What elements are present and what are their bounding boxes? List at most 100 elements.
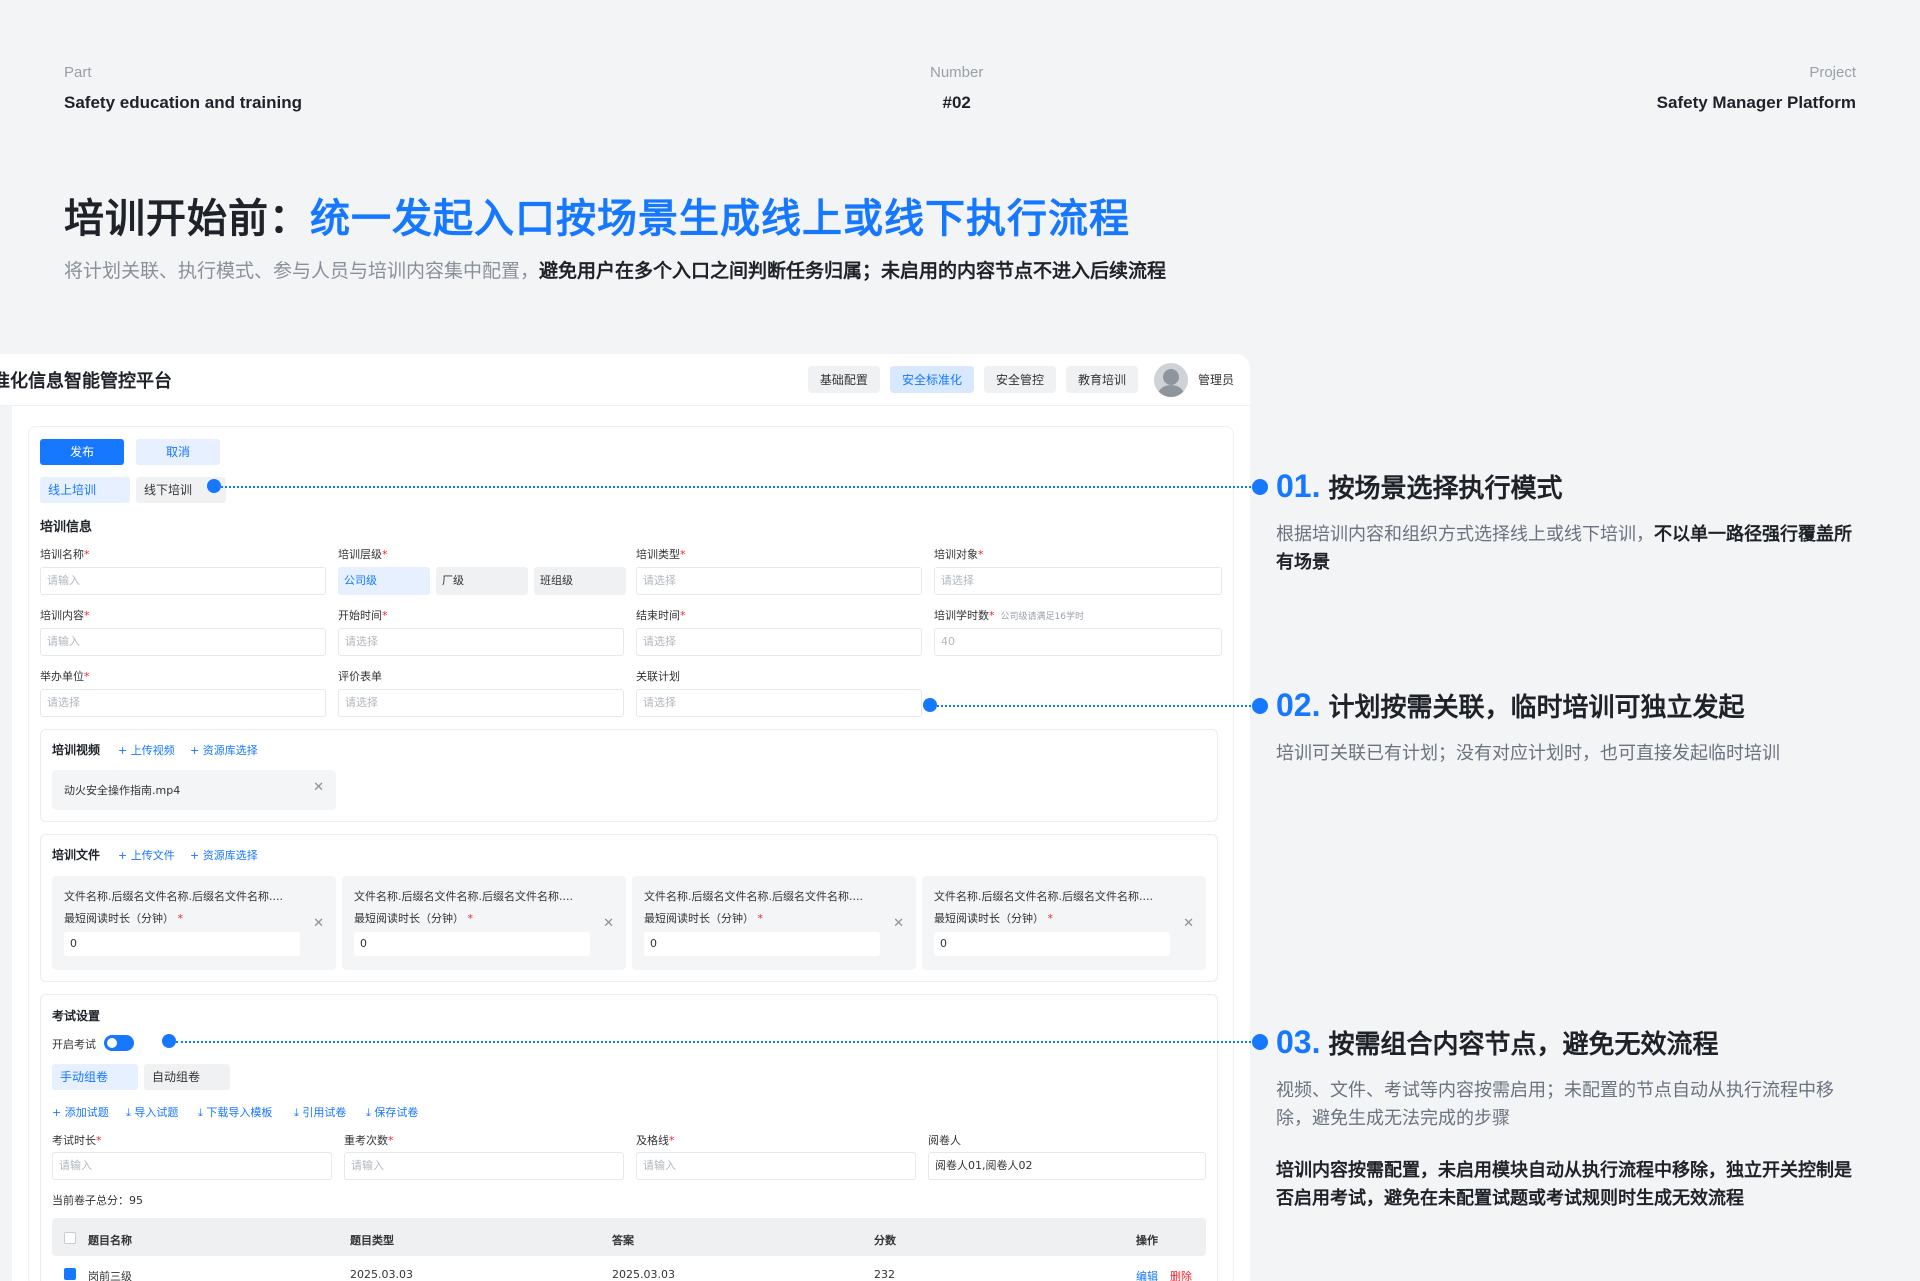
- callout-3-title: 03. 按需组合内容节点，避免无效流程: [1276, 1024, 1719, 1060]
- marker-dot-1: [207, 479, 221, 493]
- download-template-link[interactable]: ⤓ 下载导入模板: [198, 1104, 272, 1120]
- duration-input[interactable]: 请输入: [52, 1152, 332, 1180]
- doc-read-label: 最短阅读时长（分钟） *: [64, 912, 183, 925]
- duration-label: 考试时长*: [52, 1134, 102, 1147]
- exam-toggle[interactable]: [104, 1035, 134, 1051]
- remove-doc-icon[interactable]: ✕: [893, 916, 904, 931]
- file-library-link[interactable]: + 资源库选择: [190, 847, 258, 863]
- top-nav: 基础配置 安全标准化 安全管控 教育培训 管理员: [807, 362, 1234, 397]
- upload-file-link[interactable]: + 上传文件: [118, 847, 175, 863]
- page-title: 培训开始前：统一发起入口按场景生成线上或线下执行流程: [64, 186, 1130, 244]
- level-factory[interactable]: 厂级: [436, 567, 528, 595]
- meta-number-key: Number: [930, 64, 984, 81]
- doc-item: 文件名称.后缀名文件名称.后缀名文件名称.... 最短阅读时长（分钟） * 0 …: [922, 876, 1206, 970]
- callout-2-desc: 培训可关联已有计划；没有对应计划时，也可直接发起临时培训: [1276, 743, 1780, 764]
- nav-education-training[interactable]: 教育培训: [1065, 366, 1138, 393]
- meta-part: Part Safety education and training: [64, 64, 302, 113]
- content-input[interactable]: 请输入: [40, 628, 326, 656]
- grader-label: 阅卷人: [928, 1134, 961, 1147]
- row-checkbox[interactable]: [64, 1268, 76, 1280]
- add-question-link[interactable]: + 添加试题: [52, 1104, 109, 1120]
- plan-label: 关联计划: [636, 670, 680, 683]
- target-select[interactable]: 请选择: [934, 567, 1222, 595]
- callout-2-title: 02. 计划按需关联，临时培训可独立发起: [1276, 687, 1745, 723]
- row-edit-link[interactable]: 编辑: [1136, 1268, 1158, 1281]
- reference-paper-link[interactable]: ⤓ 引用试卷: [294, 1104, 346, 1120]
- remove-doc-icon[interactable]: ✕: [313, 916, 324, 931]
- user-name[interactable]: 管理员: [1198, 371, 1234, 388]
- meta-project: Project Safety Manager Platform: [1657, 64, 1856, 113]
- type-label: 培训类型*: [636, 548, 686, 561]
- plan-select[interactable]: 请选择: [636, 689, 922, 717]
- doc-read-input[interactable]: 0: [354, 932, 590, 956]
- eval-select[interactable]: 请选择: [338, 689, 624, 717]
- type-select[interactable]: 请选择: [636, 567, 922, 595]
- connector-line-2: [937, 705, 1259, 707]
- meta-project-key: Project: [1809, 64, 1856, 81]
- callout-2: 02. 计划按需关联，临时培训可独立发起 培训可关联已有计划；没有对应计划时，也可…: [1276, 687, 1856, 768]
- row-score: 232: [874, 1268, 895, 1281]
- col-name: 题目名称: [88, 1234, 132, 1247]
- start-time-select[interactable]: 请选择: [338, 628, 624, 656]
- callout-3-desc: 视频、文件、考试等内容按需启用；未配置的节点自动从执行流程中移除，避免生成无法完…: [1276, 1080, 1834, 1129]
- subtitle-normal: 将计划关联、执行模式、参与人员与培训内容集中配置，: [64, 260, 540, 282]
- exam-mode-switch: 手动组卷 自动组卷: [52, 1064, 230, 1090]
- meta-number-value: #02: [942, 93, 971, 112]
- mode-switch: 线上培训 线下培训: [40, 477, 226, 503]
- end-time-select[interactable]: 请选择: [636, 628, 922, 656]
- row-delete-link[interactable]: 删除: [1170, 1268, 1192, 1281]
- pass-input[interactable]: 请输入: [636, 1152, 916, 1180]
- hours-input[interactable]: 40: [934, 628, 1222, 656]
- grader-select[interactable]: 阅卷人01,阅卷人02: [928, 1152, 1206, 1180]
- doc-read-input[interactable]: 0: [64, 932, 300, 956]
- docs-title: 培训文件: [52, 848, 101, 862]
- import-question-link[interactable]: ⤓ 导入试题: [126, 1104, 178, 1120]
- retake-input[interactable]: 请输入: [344, 1152, 624, 1180]
- video-title: 培训视频: [52, 743, 101, 757]
- name-input[interactable]: 请输入: [40, 567, 326, 595]
- meta-part-value: Safety education and training: [64, 93, 303, 112]
- connector-line-1: [221, 486, 1259, 488]
- cancel-button[interactable]: 取消: [136, 439, 220, 465]
- doc-item: 文件名称.后缀名文件名称.后缀名文件名称.... 最短阅读时长（分钟） * 0 …: [632, 876, 916, 970]
- publish-button[interactable]: 发布: [40, 439, 124, 465]
- meta-project-value: Safety Manager Platform: [1656, 93, 1856, 112]
- title-prefix: 培训开始前：: [64, 196, 310, 242]
- title-highlight: 统一发起入口按场景生成线上或线下执行流程: [310, 196, 1130, 242]
- upload-video-link[interactable]: + 上传视频: [118, 742, 175, 758]
- nav-basic-config[interactable]: 基础配置: [807, 366, 880, 393]
- remove-doc-icon[interactable]: ✕: [603, 916, 614, 931]
- level-company[interactable]: 公司级: [338, 567, 430, 595]
- marker-dot-3-end: [1252, 1034, 1268, 1050]
- avatar[interactable]: [1153, 362, 1188, 397]
- remove-doc-icon[interactable]: ✕: [1183, 916, 1194, 931]
- meta-number: Number #02: [930, 64, 983, 113]
- save-paper-link[interactable]: ⤓ 保存试卷: [366, 1104, 418, 1120]
- name-label: 培训名称*: [40, 548, 90, 561]
- video-library-link[interactable]: + 资源库选择: [190, 742, 258, 758]
- nav-safety-control[interactable]: 安全管控: [983, 366, 1056, 393]
- callout-1: 01. 按场景选择执行模式 根据培训内容和组织方式选择线上或线下培训，不以单一路径…: [1276, 468, 1856, 577]
- nav-safety-standard[interactable]: 安全标准化: [889, 366, 974, 393]
- exam-mode-manual[interactable]: 手动组卷: [52, 1064, 138, 1090]
- doc-read-label: 最短阅读时长（分钟） *: [354, 912, 473, 925]
- hours-label: 培训学时数* 公司级请满足16学时: [934, 609, 1084, 622]
- total-score: 当前卷子总分：95: [52, 1194, 143, 1207]
- level-label: 培训层级*: [338, 548, 388, 561]
- mode-online[interactable]: 线上培训: [40, 477, 130, 503]
- start-label: 开始时间*: [338, 609, 388, 622]
- marker-dot-1-end: [1252, 479, 1268, 495]
- remove-video-icon[interactable]: ✕: [313, 780, 324, 795]
- pass-label: 及格线*: [636, 1134, 675, 1147]
- doc-name: 文件名称.后缀名文件名称.后缀名文件名称....: [354, 890, 573, 903]
- select-all-checkbox[interactable]: [64, 1232, 76, 1244]
- doc-read-label: 最短阅读时长（分钟） *: [644, 912, 763, 925]
- row-answer: 2025.03.03: [612, 1268, 675, 1281]
- app-topbar: 准化信息智能管控平台 基础配置 安全标准化 安全管控 教育培训 管理员: [0, 354, 1250, 406]
- exam-mode-auto[interactable]: 自动组卷: [144, 1064, 230, 1090]
- org-select[interactable]: 请选择: [40, 689, 326, 717]
- level-team[interactable]: 班组级: [534, 567, 626, 595]
- doc-read-input[interactable]: 0: [934, 932, 1170, 956]
- doc-read-input[interactable]: 0: [644, 932, 880, 956]
- col-type: 题目类型: [350, 1234, 394, 1247]
